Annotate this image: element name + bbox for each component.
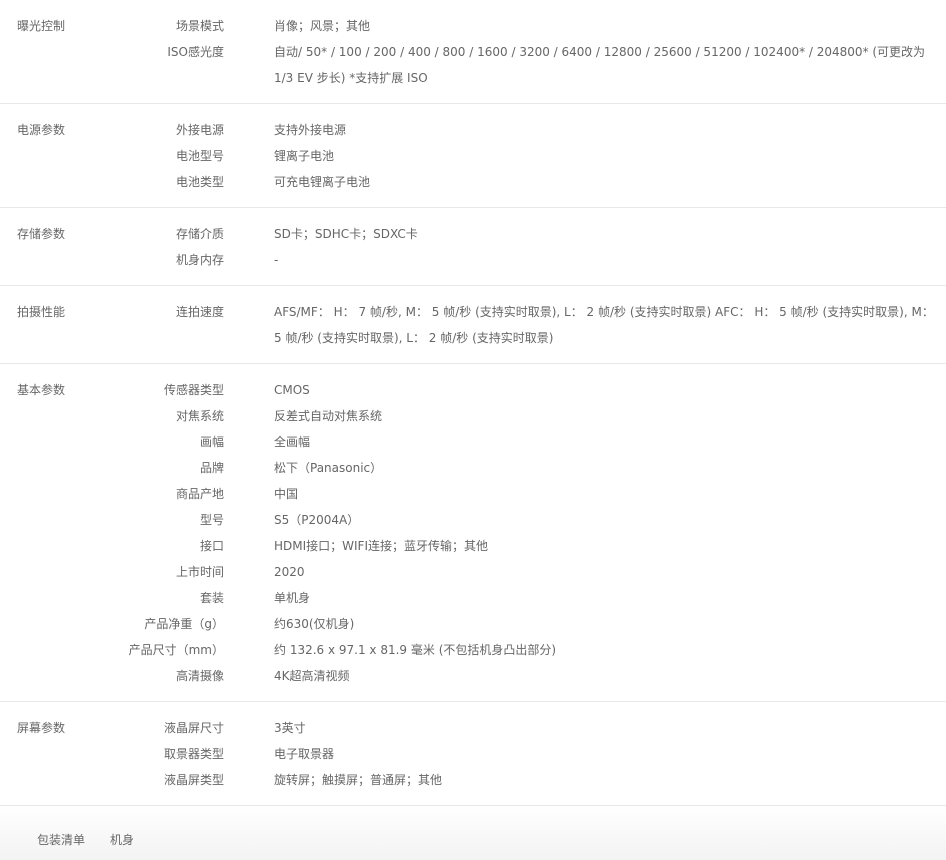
spec-label: ISO感光度 (167, 45, 224, 59)
spec-label: 商品产地 (175, 487, 224, 501)
spec-row: 高清摄像 4K超高清视频 (0, 663, 946, 689)
spec-row: 场景模式 肖像；风景；其他 (0, 13, 946, 39)
group-title: 拍摄性能 (17, 305, 66, 319)
spec-value: HDMI接口；WIFI连接；蓝牙传输；其他 (274, 539, 489, 553)
spec-value: 中国 (274, 487, 299, 501)
group-title: 存储参数 (17, 227, 66, 241)
spec-value: 3英寸 (274, 721, 306, 735)
spec-row: ISO感光度 自动/ 50* / 100 / 200 / 400 / 800 /… (0, 39, 946, 91)
spec-row: 产品尺寸（mm） 约 132.6 x 97.1 x 81.9 毫米 (不包括机身… (0, 637, 946, 663)
spec-label: 取景器类型 (163, 747, 224, 761)
spec-value: - (274, 253, 279, 267)
spec-value: 4K超高清视频 (274, 669, 350, 683)
spec-row: 品牌 松下（Panasonic） (0, 455, 946, 481)
spec-row: 液晶屏类型 旋转屏；触摸屏；普通屏；其他 (0, 767, 946, 793)
spec-group-basic: 基本参数 传感器类型 CMOS 对焦系统 反差式自动对焦系统 画幅 全画幅 品牌… (0, 364, 946, 702)
spec-value: 2020 (274, 565, 305, 579)
spec-row: 外接电源 支持外接电源 (0, 117, 946, 143)
spec-value: 全画幅 (274, 435, 311, 449)
spec-label: 品牌 (199, 461, 224, 475)
spec-label: 产品尺寸（mm） (128, 643, 224, 657)
group-title: 电源参数 (17, 123, 66, 137)
spec-value: AFS/MF： H： 7 帧/秒, M： 5 帧/秒 (支持实时取景), L： … (274, 305, 934, 345)
package-list-label: 包装清单 (37, 833, 86, 847)
spec-row: 取景器类型 电子取景器 (0, 741, 946, 767)
spec-group-power: 电源参数 外接电源 支持外接电源 电池型号 锂离子电池 电池类型 可充电锂离子电… (0, 104, 946, 208)
spec-label: 机身内存 (175, 253, 224, 267)
spec-label: 电池型号 (175, 149, 224, 163)
spec-label: 对焦系统 (175, 409, 224, 423)
spec-row: 连拍速度 AFS/MF： H： 7 帧/秒, M： 5 帧/秒 (支持实时取景)… (0, 299, 946, 351)
spec-value: 电子取景器 (274, 747, 335, 761)
group-title: 曝光控制 (17, 19, 66, 33)
spec-row: 产品净重（g） 约630(仅机身) (0, 611, 946, 637)
spec-row: 传感器类型 CMOS (0, 377, 946, 403)
spec-value: CMOS (274, 383, 310, 397)
spec-row: 商品产地 中国 (0, 481, 946, 507)
spec-label: 画幅 (199, 435, 224, 449)
package-list: 包装清单 机身 (0, 806, 946, 860)
spec-value: 肖像；风景；其他 (274, 19, 371, 33)
spec-label: 接口 (199, 539, 224, 553)
spec-label: 高清摄像 (175, 669, 224, 683)
spec-row: 对焦系统 反差式自动对焦系统 (0, 403, 946, 429)
spec-row: 电池型号 锂离子电池 (0, 143, 946, 169)
spec-value: S5（P2004A） (274, 513, 360, 527)
group-title: 屏幕参数 (17, 721, 66, 735)
spec-value: 支持外接电源 (274, 123, 347, 137)
spec-label: 套装 (199, 591, 224, 605)
spec-label: 电池类型 (175, 175, 224, 189)
spec-value: 自动/ 50* / 100 / 200 / 400 / 800 / 1600 /… (274, 45, 926, 85)
spec-group-shooting: 拍摄性能 连拍速度 AFS/MF： H： 7 帧/秒, M： 5 帧/秒 (支持… (0, 286, 946, 364)
spec-value: 单机身 (274, 591, 311, 605)
spec-value: 约630(仅机身) (274, 617, 355, 631)
spec-value: 锂离子电池 (274, 149, 335, 163)
spec-value: 约 132.6 x 97.1 x 81.9 毫米 (不包括机身凸出部分) (274, 643, 557, 657)
group-title: 基本参数 (17, 383, 66, 397)
spec-label: 产品净重（g） (144, 617, 224, 631)
spec-row: 接口 HDMI接口；WIFI连接；蓝牙传输；其他 (0, 533, 946, 559)
spec-row: 套装 单机身 (0, 585, 946, 611)
spec-value: 反差式自动对焦系统 (274, 409, 383, 423)
spec-label: 上市时间 (175, 565, 224, 579)
spec-label: 液晶屏类型 (163, 773, 224, 787)
spec-row: 画幅 全画幅 (0, 429, 946, 455)
spec-group-screen: 屏幕参数 液晶屏尺寸 3英寸 取景器类型 电子取景器 液晶屏类型 旋转屏；触摸屏… (0, 702, 946, 806)
spec-row: 电池类型 可充电锂离子电池 (0, 169, 946, 195)
package-list-value: 机身 (110, 833, 135, 847)
spec-row: 存储介质 SD卡；SDHC卡；SDXC卡 (0, 221, 946, 247)
spec-group-exposure: 曝光控制 场景模式 肖像；风景；其他 ISO感光度 自动/ 50* / 100 … (0, 0, 946, 104)
spec-row: 机身内存 - (0, 247, 946, 273)
spec-value: 旋转屏；触摸屏；普通屏；其他 (274, 773, 443, 787)
spec-value: 可充电锂离子电池 (274, 175, 371, 189)
spec-group-storage: 存储参数 存储介质 SD卡；SDHC卡；SDXC卡 机身内存 - (0, 208, 946, 286)
spec-label: 型号 (199, 513, 224, 527)
spec-table: 曝光控制 场景模式 肖像；风景；其他 ISO感光度 自动/ 50* / 100 … (0, 0, 946, 860)
spec-row: 液晶屏尺寸 3英寸 (0, 715, 946, 741)
spec-value: 松下（Panasonic） (274, 461, 383, 475)
spec-value: SD卡；SDHC卡；SDXC卡 (274, 227, 418, 241)
spec-row: 型号 S5（P2004A） (0, 507, 946, 533)
spec-row: 上市时间 2020 (0, 559, 946, 585)
